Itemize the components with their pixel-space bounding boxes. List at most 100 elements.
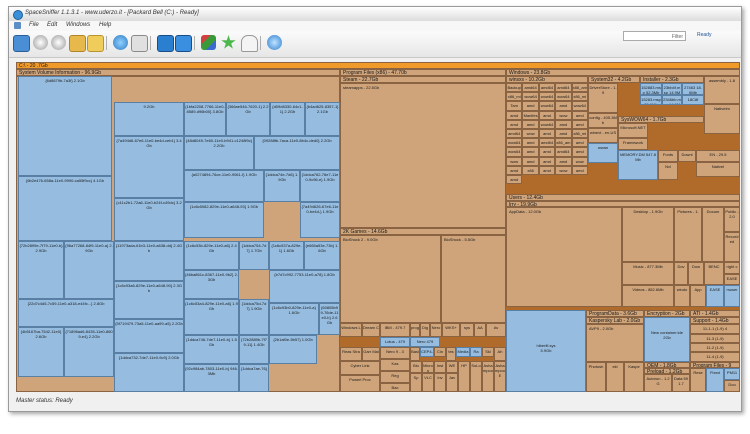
winsxs-item-tile[interactable]: x86_micros	[506, 92, 523, 102]
winsxs-item-tile[interactable]: amd	[555, 101, 572, 111]
documents-tile[interactable]: Docum	[702, 207, 724, 262]
svi-file-tile[interactable]: {72b2889b-7f79-11} 1.4Gb	[239, 335, 269, 364]
programdata-header[interactable]: ProgramData - 3.6Gb	[586, 310, 644, 317]
bioshock-tile[interactable]: BioShock - 5.5Gb	[441, 235, 506, 323]
winsxs-item-tile[interactable]: wow	[506, 156, 523, 166]
users-item-tile[interactable]: right c	[724, 262, 740, 274]
svi-file-tile[interactable]: {1ddca746-7de7-11e0-b} 1.5Gb	[184, 335, 239, 364]
winsxs-item-tile[interactable]: amd	[571, 119, 588, 129]
winsxs-item-tile[interactable]: amd	[522, 119, 539, 129]
program-files-item-tile[interactable]: Kas	[380, 359, 410, 371]
winsxs-item-tile[interactable]: amd	[555, 156, 572, 166]
menu-file[interactable]: File	[29, 22, 39, 28]
program-files-item-tile[interactable]: Ra	[470, 347, 482, 357]
program-files-item-tile[interactable]: Nero	[430, 323, 442, 337]
program-files-item-tile[interactable]: WKS+	[442, 323, 460, 337]
program-files-item-tile[interactable]: SoLo	[470, 361, 482, 392]
users-item-tile[interactable]: BENC	[704, 262, 724, 285]
winsxs-header[interactable]: winsxs - 10.2Gb	[506, 76, 588, 83]
program-files-item-tile[interactable]: Lotus - 479	[380, 337, 410, 347]
program-files-item-tile[interactable]: Basi	[410, 347, 420, 361]
svi-file-tile[interactable]: {6b2e476-658a-11e0-9990-ca55f9cc} 4.1Gb	[18, 176, 112, 241]
svi-file-tile[interactable]: {2b1af0e-5b57} 1.0Gb	[269, 335, 317, 364]
svi-file-tile[interactable]: {1c6c537a-829e-1} 1.6Gb	[269, 241, 304, 270]
winsxs-item-tile[interactable]: amd64	[506, 129, 523, 139]
program-files-item-tile[interactable]: Reas Stra	[340, 347, 362, 361]
autorun-tile[interactable]: Autorun - 1.2G	[644, 374, 672, 392]
winsxs-item-tile[interactable]: amd	[506, 175, 523, 185]
winsxs-item-tile[interactable]: Backup - 94	[506, 83, 523, 93]
program-files-item-tile[interactable]: Reg	[380, 371, 410, 383]
blue-cube-alt-icon[interactable]	[175, 35, 192, 52]
program-files-item-tile[interactable]: sys	[460, 323, 474, 337]
svi-file-tile[interactable]: {1c6c5082-829e-11e0-a648-93} 1.9Gb	[184, 202, 264, 238]
program-files-item-tile[interactable]: prog	[410, 323, 420, 337]
winsxs-item-tile[interactable]: x86_amd64_micros	[571, 83, 588, 93]
system-item-tile[interactable]: Microsoft.NET	[618, 123, 648, 138]
ati-item-tile[interactable]: 11-3 (1-9)	[690, 334, 740, 343]
users-item-tile[interactable]: muser	[724, 285, 740, 307]
svi-file-tile[interactable]: {4b5167ba-7542-11e0} 2.6Gb	[18, 327, 64, 377]
program-files-item-tile[interactable]: Bac	[380, 383, 410, 392]
winsxs-item-tile[interactable]: wow	[571, 156, 588, 166]
svi-file-tile[interactable]: 9.2Gb	[114, 102, 184, 136]
program-files-item-tile[interactable]: Dig	[420, 323, 430, 337]
svi-file-tile[interactable]: {1c6c93a6-829e-11e0-a648-90} 2.3Gb	[114, 281, 184, 319]
pictures-tile[interactable]: Pictures - 1.	[674, 207, 702, 262]
avp-tile[interactable]: AVP9 - 2.0Gb	[586, 324, 644, 362]
copy-icon[interactable]	[131, 35, 148, 52]
program-files-item-tile[interactable]: Ski	[482, 347, 494, 357]
music-tile[interactable]: Music - 877.3Mb	[622, 262, 674, 285]
winsxs-item-tile[interactable]: wow	[555, 110, 572, 120]
programdata-item-tile[interactable]: Rese	[690, 368, 706, 392]
menu-help[interactable]: Help	[99, 22, 111, 28]
menu-edit[interactable]: Edit	[47, 22, 57, 28]
svi-file-tile[interactable]: {1ddca754-7d7} 1.7Gb	[239, 241, 269, 270]
users-header[interactable]: Users - 12.4Gb	[506, 194, 740, 201]
winsxs-item-tile[interactable]: amd	[555, 129, 572, 139]
svi-file-tile[interactable]: {6d8679b-7a3f} 2.1Gb	[18, 76, 112, 176]
svi-file-tile[interactable]: {1c6c53a4-829e-11e0-a6} 1.9Gb	[184, 299, 239, 335]
back-icon[interactable]	[33, 35, 48, 50]
menu-windows[interactable]: Windows	[66, 22, 90, 28]
program-files-item-tile[interactable]: Ashampoo	[482, 361, 494, 392]
programdata-item-tile[interactable]: PM11	[724, 368, 740, 380]
program-files-item-tile[interactable]: AA	[474, 323, 486, 337]
program-files-item-tile[interactable]: Dream C	[362, 323, 380, 337]
program-files-item-tile[interactable]: Media	[456, 347, 470, 357]
winsxs-item-tile[interactable]: amd	[571, 147, 588, 157]
installer-file-tile[interactable]: 15283.msp 26.1Mb	[640, 95, 662, 105]
ghost-icon[interactable]	[241, 35, 258, 52]
system-item-tile[interactable]: Framework	[618, 138, 648, 150]
svi-file-tile[interactable]: {60805b99-76de-11e0-b} 2.6Gb	[319, 303, 340, 335]
windows-header[interactable]: Windows - 23.8Gb	[506, 69, 740, 76]
installer-file-tile[interactable]: 18C8f	[682, 95, 704, 105]
svi-file-tile[interactable]: {366ae546-7620-1} 2.2Gb	[226, 102, 270, 136]
program-files-item-tile[interactable]: HP	[458, 361, 470, 392]
svi-file-tile[interactable]: {b7d7c992-7753-11e0-a78} 1.8Gb	[269, 270, 340, 303]
system-item-tile[interactable]: config - 405.3Mb	[588, 113, 618, 128]
svi-file-tile[interactable]: {e665a53e-73b} 1.6Gb	[304, 241, 340, 270]
kaspersky-header[interactable]: Kaspersky Lab - 2.0Gb	[586, 317, 644, 324]
winsxs-item-tile[interactable]: x86_micro	[571, 129, 588, 139]
winsxs-item-tile[interactable]: wow	[555, 165, 572, 175]
svi-file-tile[interactable]: {5f719479-73a5-11e0-aa99-a5} 2.2Gb	[114, 319, 184, 353]
program-files-item-tile[interactable]: VLC	[422, 373, 434, 392]
program-files-item-tile[interactable]: Av	[486, 323, 506, 337]
folder-icon[interactable]	[87, 35, 104, 52]
winsxs-item-tile[interactable]: amd	[538, 110, 556, 120]
winsxs-item-tile[interactable]: amd64_(Cata	[522, 83, 539, 93]
winsxs-item-tile[interactable]: wow64	[571, 101, 588, 111]
svi-file-tile[interactable]: {d09d8330-64c1-1} 2.2Gb	[270, 102, 305, 136]
system-item-tile[interactable]: MEMORY.DM 547.8Mb	[618, 150, 658, 180]
winsxs-item-tile[interactable]: wow	[522, 129, 539, 139]
svi-file-tile[interactable]: {1bfa2208-7766-11e0-8589-d96b00} 3.8Gb	[184, 102, 226, 136]
svi-file-tile[interactable]: {1ddca732-7de7-11e0-9c9} 2.0Gb	[114, 353, 184, 392]
svi-file-tile[interactable]: {09288fb-7aca-11e0-8b4c-ded0} 2.2Gb	[254, 136, 340, 170]
winsxs-item-tile[interactable]: x86_amd	[555, 138, 572, 148]
svi-file-tile[interactable]: {1ddca762-76e7-11e0-9c96-e} 1.9Gb	[300, 170, 340, 202]
winsxs-item-tile[interactable]: amd	[538, 147, 556, 157]
svi-file-tile[interactable]: {46ba861c-8367-11e0-9b2} 2.3Gb	[184, 270, 239, 299]
svi-header[interactable]: System Volume Information - 96.9Gb	[16, 69, 340, 76]
appdata-tile[interactable]: AppData - 12.0Gb	[506, 207, 622, 307]
